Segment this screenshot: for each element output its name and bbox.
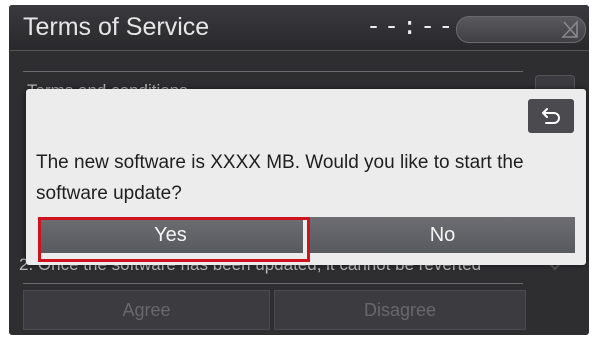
dialog-back-button[interactable]	[528, 99, 574, 133]
yes-button[interactable]: Yes	[38, 217, 303, 253]
head-unit-screen: Terms of Service --:-- Terms and conditi…	[9, 5, 589, 335]
header-bar: Terms of Service --:--	[9, 5, 589, 51]
no-button[interactable]: No	[310, 217, 575, 253]
divider	[23, 283, 523, 284]
return-arrow-icon	[542, 108, 560, 124]
disagree-button[interactable]: Disagree	[274, 290, 526, 330]
divider	[23, 71, 523, 72]
agree-button[interactable]: Agree	[23, 290, 270, 330]
no-signal-icon	[561, 20, 578, 38]
clock: --:--	[366, 11, 457, 40]
update-confirm-dialog: The new software is XXXX MB. Would you l…	[26, 89, 586, 265]
status-indicator	[456, 16, 586, 43]
page-title: Terms of Service	[23, 13, 210, 41]
dialog-message: The new software is XXXX MB. Would you l…	[36, 152, 524, 204]
